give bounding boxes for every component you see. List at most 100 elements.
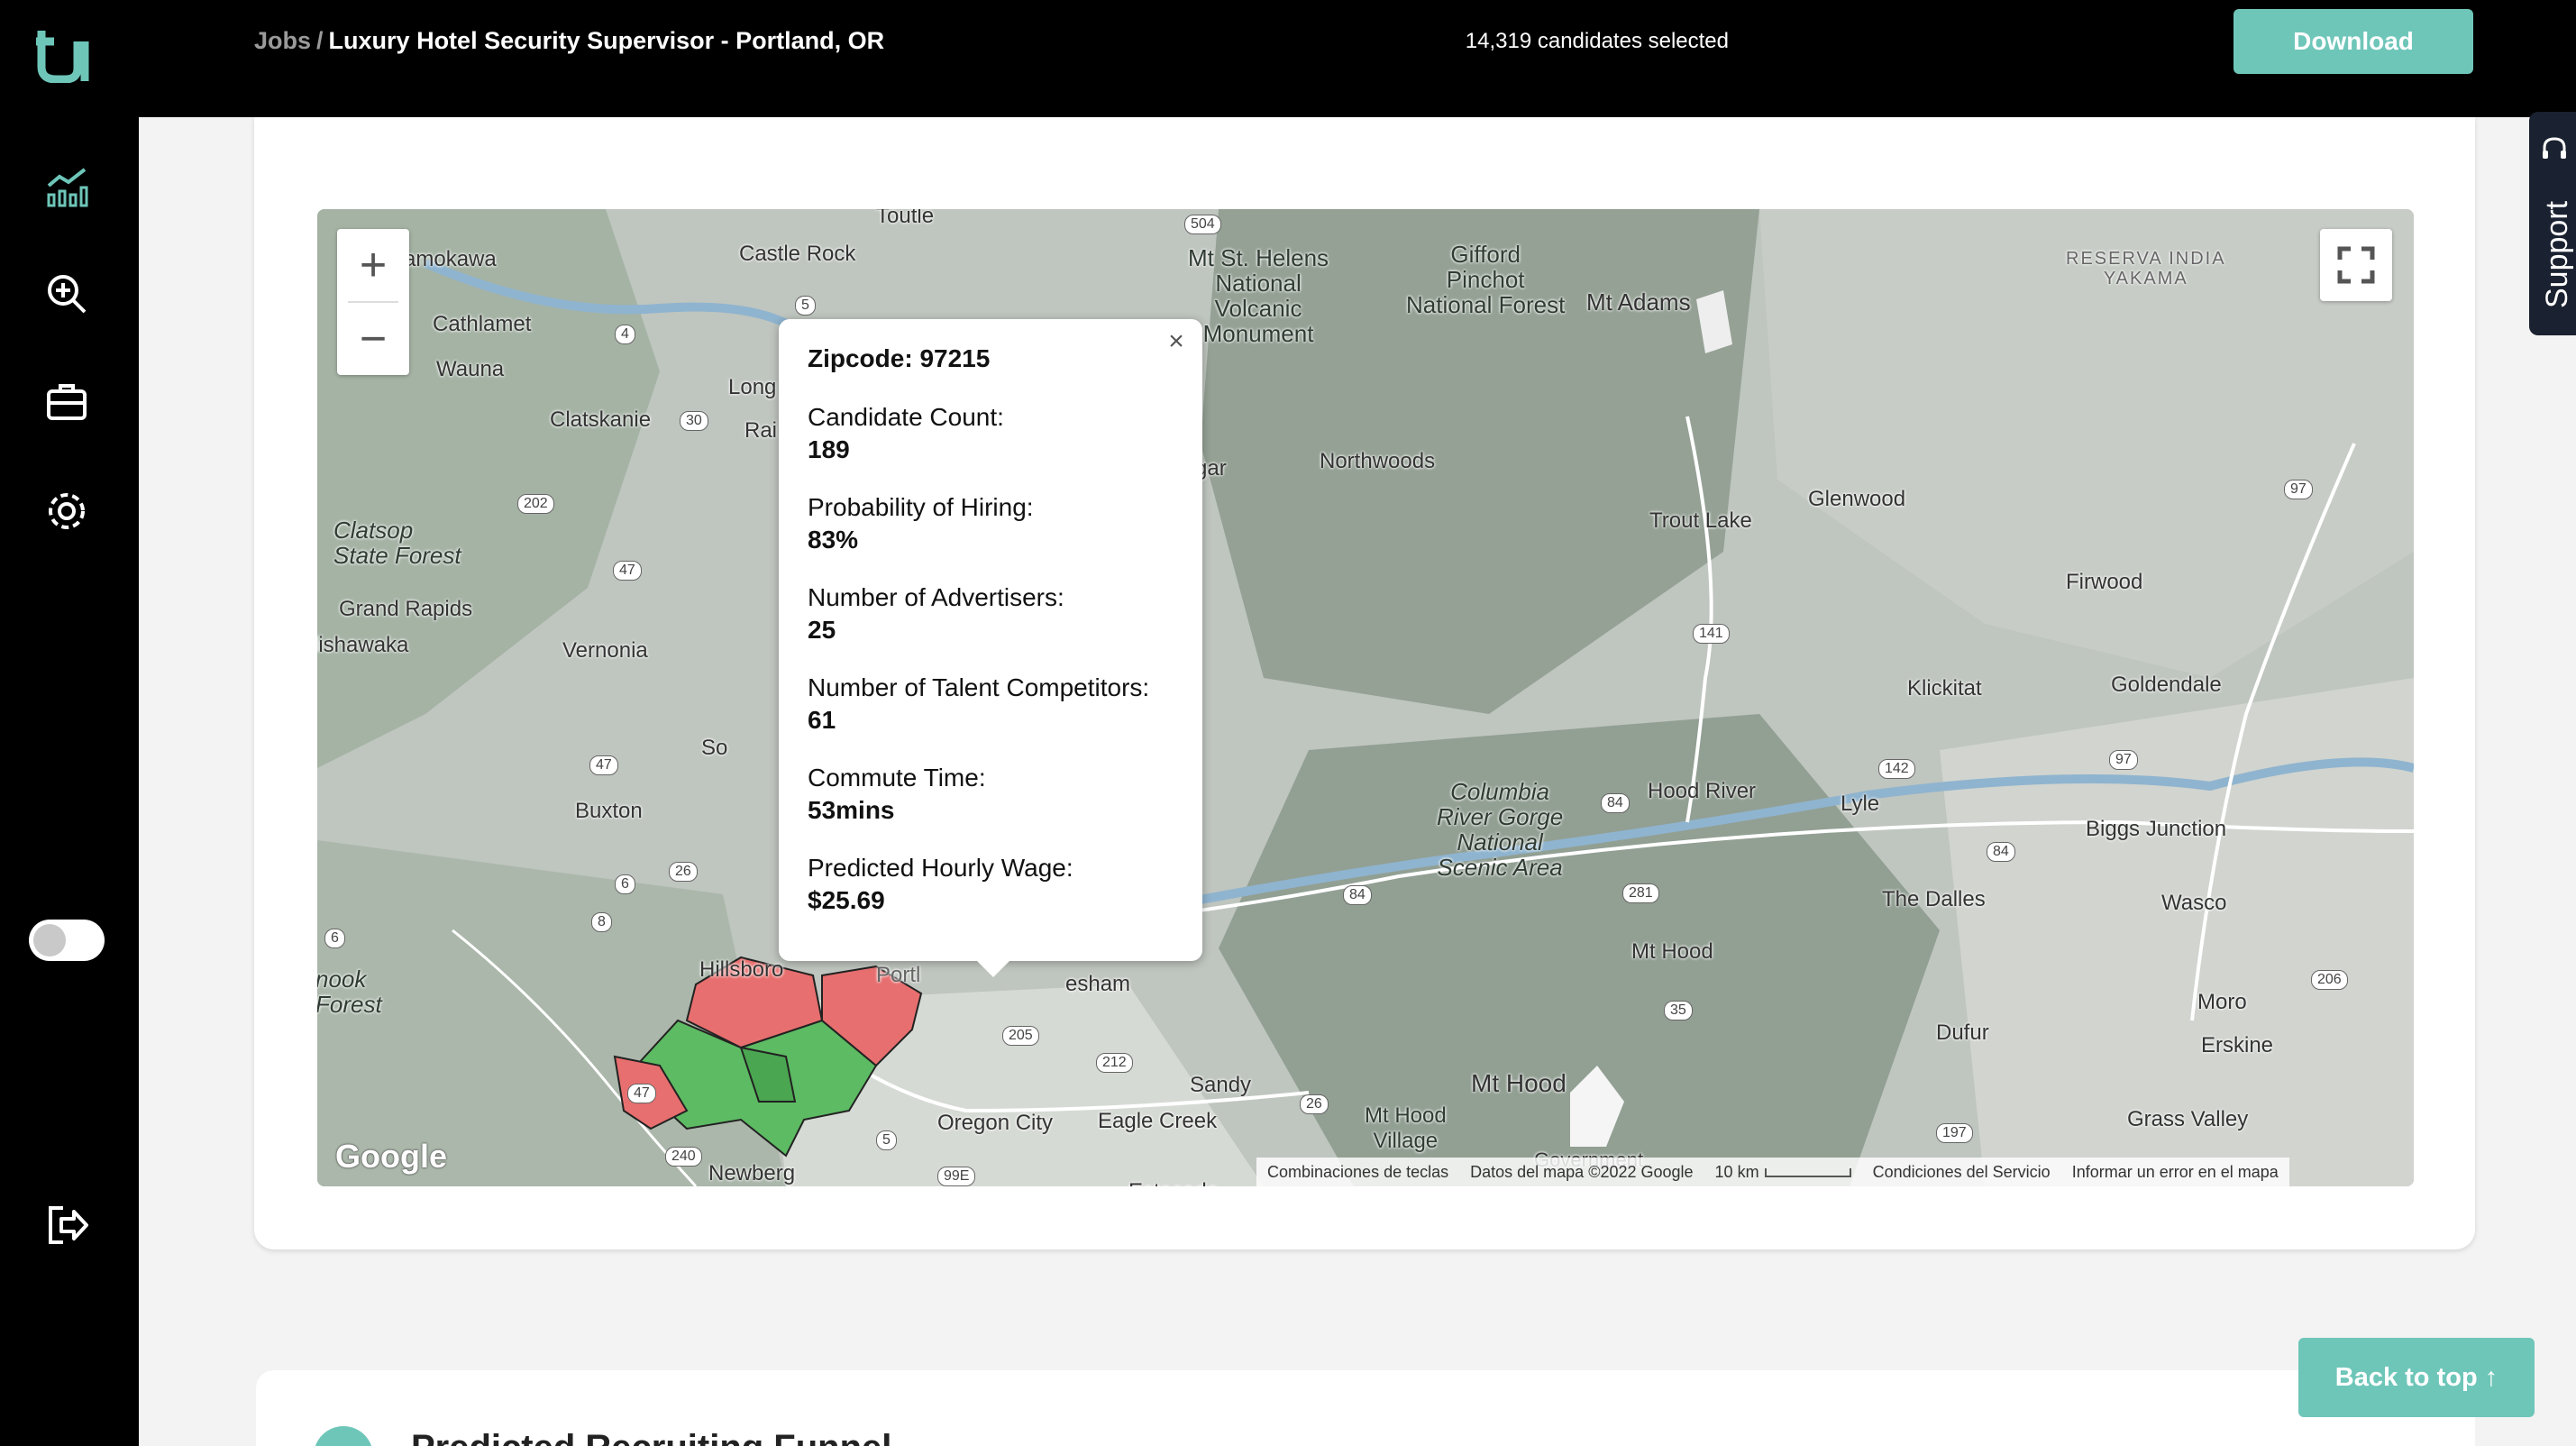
popup-label: Number of Advertisers:: [808, 583, 1064, 611]
place-gifford-pinchot: Gifford Pinchot National Forest: [1406, 241, 1566, 318]
search-zoom-icon[interactable]: [43, 270, 92, 319]
highway-shield: 8: [591, 912, 612, 932]
place-firwood: Firwood: [2066, 570, 2143, 594]
funnel-card: Predicted Recruiting Funnel: [256, 1370, 2475, 1446]
place-biggs-junction: Biggs Junction: [2086, 817, 2227, 841]
map-attribution: Combinaciones de teclas Datos del mapa ©…: [1256, 1158, 2289, 1186]
funnel-section-icon: [314, 1426, 373, 1446]
popup-row: Candidate Count: 189: [808, 402, 1174, 467]
popup-label: Probability of Hiring:: [808, 493, 1034, 521]
map-data-credit: Datos del mapa ©2022 Google: [1470, 1162, 1694, 1181]
place-rainier: Rai: [744, 418, 778, 443]
logout-icon[interactable]: [43, 1201, 92, 1249]
zipcode-info-popup: × Zipcode: 97215 Candidate Count: 189 Pr…: [779, 319, 1202, 977]
place-dufur: Dufur: [1936, 1020, 1989, 1045]
place-clatsop-forest: Clatsop State Forest: [333, 517, 461, 569]
place-grass-valley: Grass Valley: [2127, 1107, 2249, 1131]
highway-shield: 99E: [937, 1167, 976, 1186]
support-tab[interactable]: Support: [2529, 112, 2576, 335]
gear-icon[interactable]: [43, 487, 92, 535]
popup-label: Commute Time:: [808, 764, 986, 792]
highway-shield: 84: [1987, 842, 2015, 862]
place-mt-hood-town: Mt Hood: [1631, 939, 1713, 964]
place-portland: Portl: [876, 963, 921, 987]
place-kamokawa: amokawa: [404, 247, 497, 271]
place-mishawaka: lishawaka: [317, 633, 409, 657]
fullscreen-button[interactable]: [2320, 229, 2392, 301]
highway-shield: 212: [1096, 1053, 1133, 1073]
chart-icon[interactable]: [43, 162, 92, 211]
place-so: So: [701, 736, 728, 760]
back-to-top-button[interactable]: Back to top ↑: [2298, 1338, 2535, 1417]
highway-shield: 47: [613, 561, 642, 581]
place-grand-rapids: Grand Rapids: [339, 597, 473, 621]
highway-shield: 47: [627, 1084, 656, 1103]
popup-row: Number of Advertisers: 25: [808, 582, 1174, 647]
google-logo: Google: [335, 1138, 447, 1175]
popup-tail: [975, 959, 1011, 977]
highway-shield: 4: [615, 325, 635, 344]
scale-bar: [1764, 1167, 1851, 1177]
highway-shield: 6: [615, 874, 635, 894]
report-error-link[interactable]: Informar un error en el mapa: [2061, 1163, 2289, 1182]
highway-shield: 26: [1300, 1094, 1329, 1114]
place-gresham: esham: [1065, 972, 1131, 996]
highway-shield: 84: [1601, 793, 1630, 813]
highway-shield: 206: [2311, 970, 2348, 990]
highway-shield: 142: [1878, 759, 1915, 779]
headset-icon: [2543, 137, 2566, 159]
highway-shield: 97: [2109, 750, 2138, 770]
top-header: Jobs / Luxury Hotel Security Supervisor - …: [139, 0, 2576, 117]
highway-shield: 205: [1002, 1026, 1039, 1046]
place-wauna: Wauna: [436, 357, 505, 381]
popup-label: Predicted Hourly Wage:: [808, 854, 1073, 882]
place-mt-hood-village: Mt Hood Village: [1365, 1103, 1447, 1153]
download-button[interactable]: Download: [2233, 9, 2473, 74]
breadcrumb-jobs-link[interactable]: Jobs: [254, 27, 311, 54]
candidate-map[interactable]: Castle Rock Toutle amokawa Cathlamet Wau…: [317, 209, 2414, 1186]
highway-shield: 141: [1693, 624, 1730, 644]
place-toutle: Toutle: [876, 209, 935, 228]
keyboard-shortcuts-link[interactable]: Combinaciones de teclas: [1256, 1163, 1459, 1182]
highway-shield: 5: [795, 296, 816, 316]
place-castle-rock: Castle Rock: [739, 242, 856, 266]
place-longview: Long: [728, 375, 777, 399]
zoom-in-button[interactable]: +: [337, 229, 409, 301]
map-terrain: [317, 209, 2414, 1186]
place-newberg: Newberg: [708, 1161, 796, 1185]
place-glenwood: Glenwood: [1808, 487, 1906, 511]
highway-shield: 504: [1184, 215, 1221, 234]
briefcase-icon[interactable]: [43, 379, 92, 427]
place-vernonia: Vernonia: [562, 638, 648, 663]
selected-candidates-count: 14,319 candidates selected: [1465, 29, 1729, 53]
close-icon[interactable]: ×: [1161, 326, 1192, 357]
popup-value: 53mins: [808, 796, 895, 824]
place-goldendale: Goldendale: [2111, 673, 2222, 697]
popup-label: Number of Talent Competitors:: [808, 673, 1150, 701]
page-title: Luxury Hotel Security Supervisor - Portl…: [328, 27, 885, 54]
funnel-section-title: Predicted Recruiting Funnel: [411, 1428, 891, 1446]
highway-shield: 240: [665, 1147, 702, 1167]
place-wasco: Wasco: [2161, 891, 2227, 915]
highway-shield: 97: [2284, 480, 2313, 499]
highway-shield: 30: [680, 411, 708, 431]
place-buxton: Buxton: [575, 799, 643, 823]
place-cathlamet: Cathlamet: [433, 312, 532, 336]
u-logo[interactable]: [34, 27, 94, 83]
zoom-out-button[interactable]: −: [337, 303, 409, 375]
place-the-dalles: The Dalles: [1882, 887, 1986, 911]
place-yakama: RESERVA INDIA YAKAMA: [2066, 249, 2226, 288]
popup-value: 83%: [808, 526, 859, 554]
scale-label: 10 km: [1714, 1162, 1759, 1181]
map-scale[interactable]: 10 km: [1704, 1163, 1862, 1182]
popup-value: 61: [808, 706, 836, 734]
highway-shield: 202: [517, 494, 554, 514]
terms-link[interactable]: Condiciones del Servicio: [1862, 1163, 2061, 1182]
support-label: Support: [2540, 200, 2574, 308]
theme-toggle[interactable]: [29, 920, 105, 961]
popup-row: Predicted Hourly Wage: $25.69: [808, 853, 1174, 918]
toggle-knob: [33, 924, 66, 956]
highway-shield: 84: [1343, 885, 1372, 905]
place-hood-river: Hood River: [1648, 779, 1757, 803]
popup-value: 189: [808, 435, 850, 463]
